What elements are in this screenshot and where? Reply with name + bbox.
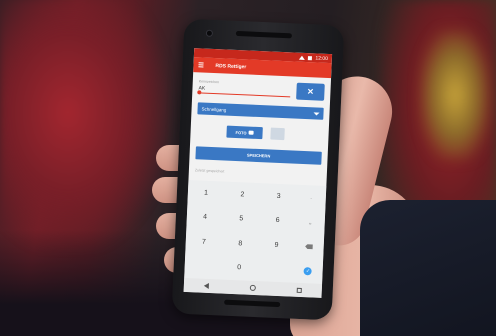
background-red-machine-left <box>0 0 170 250</box>
phone-screen: 12:00 RDS Rettiger Kennzeichen AK ✕ Schn… <box>183 48 333 298</box>
key-done[interactable]: ✓ <box>293 258 323 284</box>
app-title: RDS Rettiger <box>215 62 247 70</box>
signal-icon <box>299 55 306 60</box>
photo-scene: 12:00 RDS Rettiger Kennzeichen AK ✕ Schn… <box>0 0 496 336</box>
back-icon[interactable] <box>204 282 210 289</box>
menu-icon[interactable] <box>193 57 208 73</box>
hint-text: Zuletzt gespeichert <box>194 168 225 174</box>
key-empty <box>257 257 294 283</box>
key-5[interactable]: 5 <box>223 206 260 232</box>
key-0[interactable]: 0 <box>220 255 257 281</box>
numeric-keypad: 1 2 3 - 4 5 6 ␣ 7 8 9 0 ✓ <box>184 179 327 284</box>
clear-button[interactable]: ✕ <box>296 82 325 101</box>
key-2[interactable]: 2 <box>224 182 261 208</box>
key-9[interactable]: 9 <box>258 232 295 258</box>
speaker-grille-bottom <box>224 299 281 308</box>
input-underline <box>198 92 291 98</box>
home-icon[interactable] <box>249 284 256 292</box>
smartphone: 12:00 RDS Rettiger Kennzeichen AK ✕ Schn… <box>171 18 345 321</box>
camera-icon <box>248 130 254 135</box>
key-3[interactable]: 3 <box>260 183 297 209</box>
key-1[interactable]: 1 <box>187 180 224 206</box>
sleeve <box>360 200 496 336</box>
photo-button[interactable]: FOTO <box>226 125 263 140</box>
backspace-icon <box>305 244 313 249</box>
error-indicator-icon <box>197 90 202 95</box>
checkmark-icon: ✓ <box>303 266 313 276</box>
select-value: Schnellgang <box>201 105 227 113</box>
recents-icon[interactable] <box>296 287 302 293</box>
speaker-grille-top <box>235 30 292 39</box>
save-button[interactable]: SPEICHERN <box>195 146 322 165</box>
type-select[interactable]: Schnellgang <box>197 102 324 120</box>
key-6[interactable]: 6 <box>259 208 296 234</box>
status-time: 12:00 <box>315 54 329 62</box>
chevron-down-icon <box>313 111 320 116</box>
key-empty <box>184 253 221 279</box>
key-space[interactable]: ␣ <box>295 209 325 235</box>
front-camera <box>205 29 214 37</box>
key-8[interactable]: 8 <box>222 231 259 257</box>
key-backspace[interactable] <box>294 234 324 260</box>
photo-thumbnail[interactable] <box>270 127 285 141</box>
field-label: Kennzeichen <box>198 79 220 85</box>
photo-button-label: FOTO <box>235 129 247 135</box>
key-4[interactable]: 4 <box>186 204 223 230</box>
key-7[interactable]: 7 <box>185 229 222 255</box>
key-minus[interactable]: - <box>296 185 326 211</box>
battery-icon <box>308 55 313 60</box>
close-icon: ✕ <box>306 87 314 97</box>
background-yellow-object <box>420 30 490 160</box>
